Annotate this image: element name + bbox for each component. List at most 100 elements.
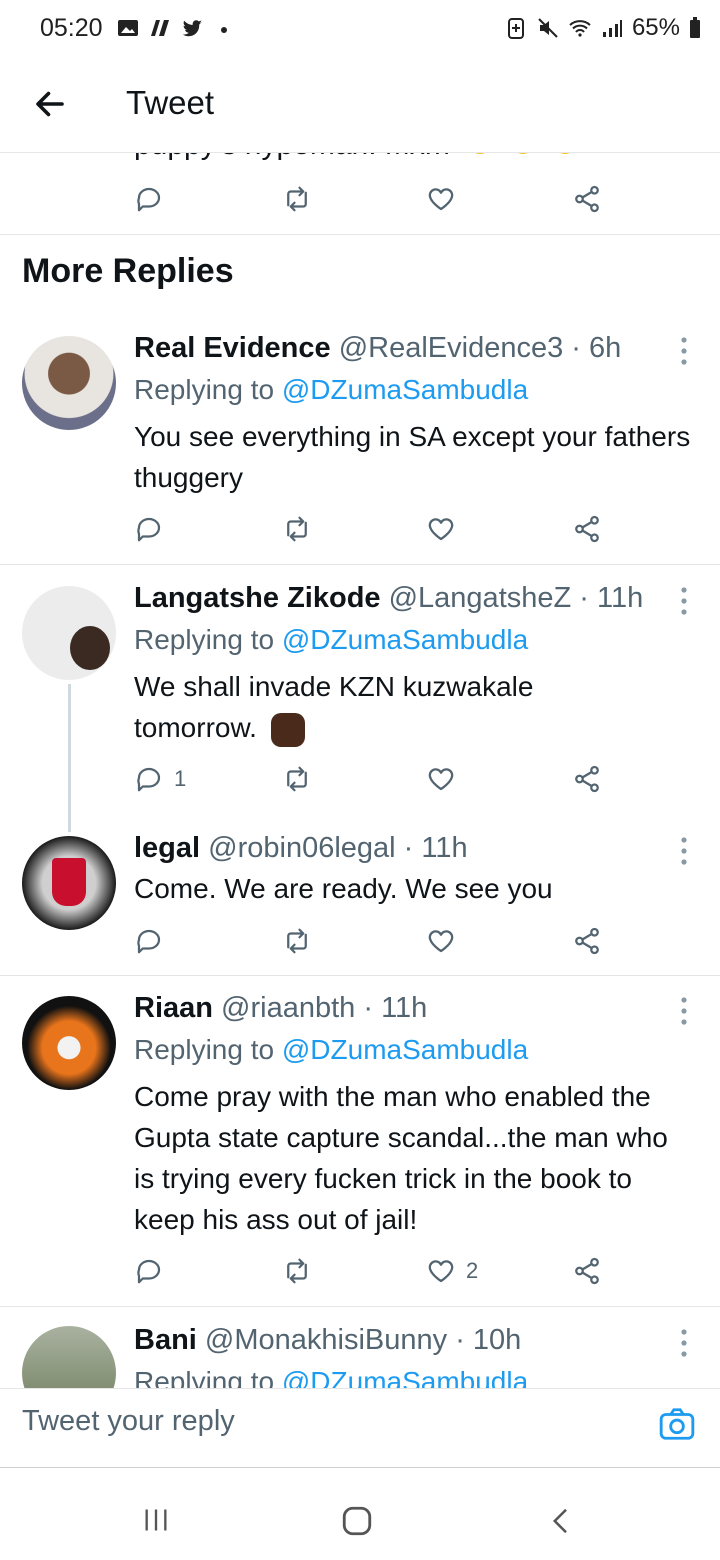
home-icon[interactable] xyxy=(340,1504,374,1538)
app-header xyxy=(0,60,720,153)
like-button[interactable] xyxy=(426,514,466,544)
heart-icon xyxy=(428,518,454,541)
system-nav-bar xyxy=(0,1470,720,1560)
mute-icon xyxy=(538,18,558,38)
gallery-icon xyxy=(118,20,138,36)
page-title: Tweet xyxy=(126,84,215,121)
share-button[interactable] xyxy=(572,514,602,544)
notification-icons xyxy=(116,16,236,40)
author-handle[interactable]: @MonakhisiBunny xyxy=(205,1324,447,1356)
more-vertical-icon[interactable] xyxy=(680,996,688,1026)
share-button[interactable] xyxy=(572,764,602,794)
tweet-time: · 10h xyxy=(455,1324,522,1356)
heart-icon xyxy=(428,188,454,211)
battery-saver-icon xyxy=(507,18,524,39)
share-button[interactable] xyxy=(572,184,602,214)
twitter-icon xyxy=(182,20,202,37)
share-button[interactable] xyxy=(572,926,602,956)
share-button[interactable] xyxy=(572,1256,602,1286)
divider xyxy=(0,975,720,976)
retweet-button[interactable] xyxy=(282,1256,312,1286)
divider xyxy=(0,564,720,565)
replying-handle-link[interactable]: @DZumaSambudla xyxy=(282,1034,528,1065)
replying-handle-link[interactable]: @DZumaSambudla xyxy=(282,374,528,405)
author-handle[interactable]: @LangatsheZ xyxy=(389,582,572,614)
reply-button[interactable] xyxy=(134,926,174,956)
status-time: 05:20 xyxy=(40,14,103,42)
tweet-actions xyxy=(0,180,720,220)
tweet-actions xyxy=(0,510,720,550)
author-name[interactable]: Langatshe Zikode xyxy=(134,582,381,614)
author-name[interactable]: Real Evidence xyxy=(134,332,331,364)
more-vertical-icon[interactable] xyxy=(680,586,688,616)
avatar[interactable] xyxy=(22,996,116,1090)
thread-line xyxy=(68,684,71,832)
avatar[interactable] xyxy=(22,1326,116,1388)
reply-icon xyxy=(137,187,161,212)
wifi-icon xyxy=(569,20,591,37)
retweet-icon xyxy=(287,1258,307,1284)
avatar[interactable] xyxy=(22,586,116,680)
reply-icon xyxy=(137,929,161,954)
replying-handle-link[interactable]: @DZumaSambudla xyxy=(282,624,528,655)
like-button[interactable] xyxy=(426,764,466,794)
retweet-button[interactable] xyxy=(282,926,312,956)
tweet-actions: 2 xyxy=(0,1252,720,1292)
replying-to: Replying to @DZumaSambudla xyxy=(134,624,529,655)
retweet-button[interactable] xyxy=(282,514,312,544)
replying-to: Replying to @DZumaSambudla xyxy=(134,1366,528,1388)
replying-handle-link[interactable]: @DZumaSambudla xyxy=(282,1366,528,1388)
tweet-author-line: Real Evidence @RealEvidence3 · 6h xyxy=(134,332,621,365)
heart-icon xyxy=(428,1260,454,1283)
author-name[interactable]: Bani xyxy=(134,1324,197,1356)
tweet-time: · 11h xyxy=(403,832,468,864)
section-title: More Replies xyxy=(22,252,234,290)
recent-apps-icon[interactable] xyxy=(142,1506,170,1534)
like-count: 2 xyxy=(466,1258,479,1283)
more-vertical-icon[interactable] xyxy=(680,1328,688,1358)
replying-to: Replying to @DZumaSambudla xyxy=(134,1034,529,1065)
retweet-icon xyxy=(287,766,307,792)
battery-icon xyxy=(690,17,700,38)
reply-button[interactable] xyxy=(134,1256,174,1286)
tweet-actions xyxy=(0,922,720,962)
reply-input-placeholder[interactable]: Tweet your reply xyxy=(22,1405,235,1438)
avatar[interactable] xyxy=(22,836,116,930)
author-name[interactable]: Riaan xyxy=(134,992,213,1024)
like-button[interactable] xyxy=(426,184,456,214)
author-name[interactable]: legal xyxy=(134,832,200,864)
reply-button[interactable]: 1 xyxy=(134,764,186,794)
share-icon xyxy=(575,515,599,543)
author-handle[interactable]: @RealEvidence3 xyxy=(339,332,564,364)
avatar[interactable] xyxy=(22,336,116,430)
tweet-text: You see everything in SA except your fat… xyxy=(134,421,691,493)
like-button[interactable] xyxy=(426,926,466,956)
share-icon xyxy=(575,1257,599,1285)
share-icon xyxy=(575,927,599,955)
retweet-icon xyxy=(287,186,307,212)
replying-to: Replying to @DZumaSambudla xyxy=(134,374,529,405)
retweet-button[interactable] xyxy=(282,184,312,214)
tweet-partial: Bani @MonakhisiBunny · 10h Replying to @… xyxy=(0,1306,720,1388)
tweet-time: · 6h xyxy=(571,332,622,364)
reply-composer[interactable]: Tweet your reply xyxy=(0,1388,720,1469)
share-icon xyxy=(575,765,599,793)
author-handle[interactable]: @robin06legal xyxy=(208,832,395,864)
more-vertical-icon[interactable] xyxy=(680,336,688,366)
signal-icon xyxy=(602,20,622,37)
more-vertical-icon[interactable] xyxy=(680,836,688,866)
reply-button[interactable] xyxy=(134,514,174,544)
camera-icon[interactable] xyxy=(658,1405,696,1443)
retweet-button[interactable] xyxy=(282,764,312,794)
news-icon xyxy=(151,20,169,36)
like-button[interactable]: 2 xyxy=(426,1256,478,1286)
back-arrow-icon[interactable] xyxy=(32,86,68,122)
back-nav-icon[interactable] xyxy=(546,1504,576,1538)
reply-button[interactable] xyxy=(134,184,164,214)
tweet-author-line: Riaan @riaanbth · 11h xyxy=(134,992,427,1025)
retweet-icon xyxy=(287,928,307,954)
retweet-icon xyxy=(287,516,307,542)
author-handle[interactable]: @riaanbth xyxy=(221,992,355,1024)
share-icon xyxy=(575,185,599,213)
reply-icon xyxy=(137,1259,161,1284)
